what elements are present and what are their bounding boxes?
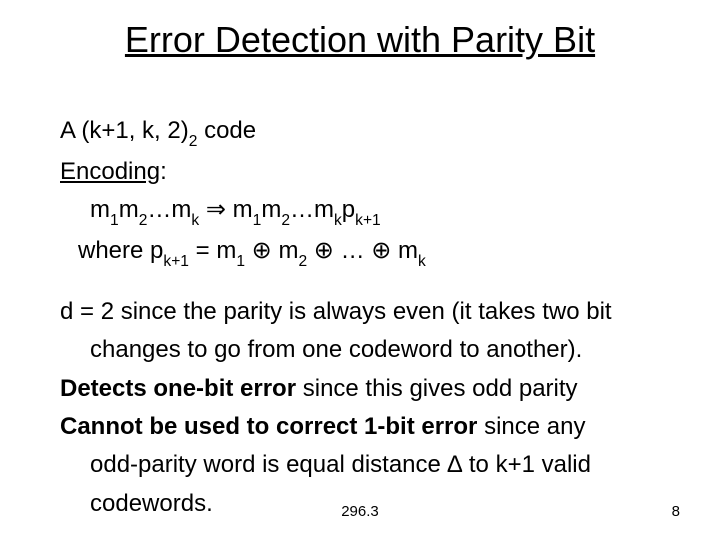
footer-center: 296.3 (0, 503, 720, 520)
subscript: 1 (236, 253, 245, 270)
text: : (160, 158, 167, 185)
where-line: where pk+1 = m1 ⊕ m2 ⊕ … ⊕ mk (60, 235, 670, 270)
page-number: 8 (672, 503, 680, 520)
subscript: k (191, 212, 199, 229)
text: d = 2 since the parity is always even (i… (60, 298, 612, 325)
text: … (290, 196, 314, 223)
encoding-map-line: m1m2…mk ⇒ m1m2…mkpk+1 (60, 194, 670, 229)
subscript: 2 (139, 212, 148, 229)
subscript: k+1 (163, 253, 189, 270)
text: m (278, 237, 298, 264)
text-bold: Cannot be used to correct 1-bit error (60, 413, 477, 440)
text: since any (477, 413, 585, 440)
xor-icon: ⊕ (371, 237, 398, 264)
subscript: 1 (253, 212, 262, 229)
subscript: 2 (189, 133, 198, 150)
subscript: k (418, 253, 426, 270)
arrow-icon: ⇒ (199, 196, 232, 223)
text: m (171, 196, 191, 223)
text: odd-parity word is equal distance ∆ to k… (90, 451, 591, 478)
xor-icon: ⊕ (245, 237, 278, 264)
text: m (314, 196, 334, 223)
text: … (147, 196, 171, 223)
text: where p (78, 237, 163, 264)
text: m (261, 196, 281, 223)
detects-line: Detects one-bit error since this gives o… (60, 373, 670, 405)
text: = m (189, 237, 236, 264)
subscript: k (334, 212, 342, 229)
xor-icon: ⊕ (307, 237, 340, 264)
cannot-line: Cannot be used to correct 1-bit error si… (60, 411, 670, 443)
slide-title: Error Detection with Parity Bit (0, 20, 720, 60)
d2-line-cont: changes to go from one codeword to anoth… (60, 334, 670, 366)
subscript: 1 (110, 212, 119, 229)
text: m (90, 196, 110, 223)
text: since this gives odd parity (296, 375, 577, 402)
d2-line: d = 2 since the parity is always even (i… (60, 296, 670, 328)
text: A (k+1, k, 2) (60, 117, 189, 144)
subscript: 2 (298, 253, 307, 270)
text: m (233, 196, 253, 223)
text: m (119, 196, 139, 223)
text: code (197, 117, 256, 144)
encoding-label: Encoding (60, 158, 160, 185)
encoding-label-line: Encoding: (60, 156, 670, 188)
text: p (342, 196, 355, 223)
spacer (60, 276, 670, 296)
slide-body: A (k+1, k, 2)2 code Encoding: m1m2…mk ⇒ … (60, 115, 670, 526)
text: m (398, 237, 418, 264)
code-spec-line: A (k+1, k, 2)2 code (60, 115, 670, 150)
subscript: 2 (281, 212, 290, 229)
slide: Error Detection with Parity Bit A (k+1, … (0, 0, 720, 540)
cannot-line-cont1: odd-parity word is equal distance ∆ to k… (60, 449, 670, 481)
subscript: k+1 (355, 212, 381, 229)
text: … (341, 237, 372, 264)
text-bold: Detects one-bit error (60, 375, 296, 402)
text: changes to go from one codeword to anoth… (90, 336, 582, 363)
